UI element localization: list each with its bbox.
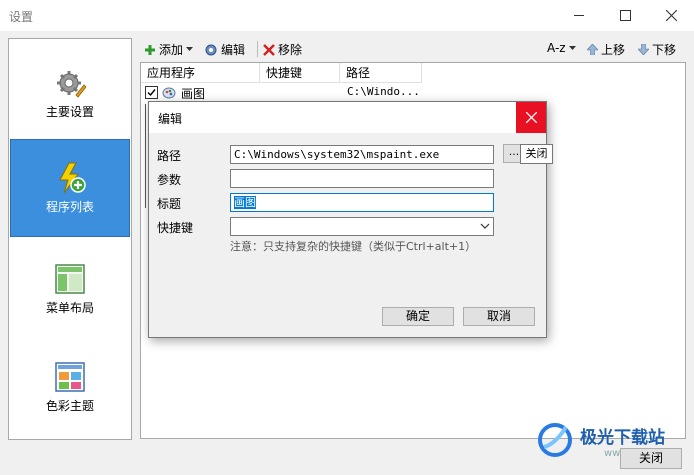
layout-icon	[55, 264, 85, 294]
row-application-name: 画图	[181, 87, 206, 101]
window-title: 设置	[9, 10, 34, 24]
hotkey-note: 注意：只支持复杂的快捷键（类似于Ctrl+alt+1）	[230, 240, 477, 253]
hotkey-label: 快捷键	[157, 221, 194, 235]
caption-label: 标题	[157, 197, 182, 211]
remove-button[interactable]: 移除	[263, 41, 302, 58]
color-palette-icon	[55, 362, 85, 392]
sidebar-item-label: 主要设置	[45, 105, 94, 119]
edit-button[interactable]: 编辑	[204, 41, 245, 58]
dropdown-arrow-icon	[568, 45, 576, 50]
edit-label: 编辑	[221, 43, 246, 57]
plus-icon	[145, 44, 155, 55]
sidebar-item-program-list[interactable]: 程序列表	[10, 139, 130, 237]
gear-edit-icon	[205, 44, 217, 55]
window-close-button[interactable]	[648, 0, 694, 31]
x-icon	[263, 43, 275, 56]
table-row[interactable]: 画图 C:\Windo...	[141, 85, 421, 101]
checkmark-icon	[147, 89, 156, 97]
row-path: C:\Windo...	[347, 85, 420, 98]
arrow-up-icon	[587, 44, 598, 55]
args-field[interactable]	[230, 169, 494, 188]
sidebar-item-main-settings[interactable]: 主要设置	[10, 45, 130, 143]
watermark: 极光下载站 www.xz7.com	[536, 421, 673, 462]
paint-app-icon	[162, 87, 176, 99]
remove-label: 移除	[278, 43, 303, 57]
add-label: 添加	[159, 43, 184, 57]
dialog-titlebar: 编辑	[149, 102, 546, 133]
caption-selected-text: 画图	[234, 196, 256, 209]
window-titlebar: 设置	[0, 0, 694, 31]
minimize-button[interactable]	[556, 0, 602, 31]
chevron-down-icon	[480, 223, 490, 229]
args-label: 参数	[157, 173, 182, 187]
dialog-close-button[interactable]	[516, 102, 546, 133]
close-button[interactable]: 关闭	[620, 448, 682, 469]
dialog-title: 编辑	[158, 112, 183, 126]
toolbar-separator	[257, 41, 258, 57]
lightning-add-icon	[59, 162, 86, 194]
path-label: 路径	[157, 149, 182, 163]
sidebar: 主要设置 程序列表 菜单布局 色彩主题	[8, 38, 132, 440]
sidebar-item-menu-layout[interactable]: 菜单布局	[10, 241, 130, 339]
maximize-button[interactable]	[602, 0, 648, 31]
watermark-brand: 极光下载站	[580, 428, 665, 448]
dropdown-arrow-icon	[186, 47, 194, 51]
move-down-button[interactable]: 下移	[638, 41, 676, 58]
close-icon	[665, 10, 677, 21]
gear-wrench-icon	[57, 71, 86, 98]
sidebar-item-label: 菜单布局	[45, 301, 94, 315]
hotkey-dropdown[interactable]	[230, 217, 494, 236]
column-header-application[interactable]: 应用程序	[141, 63, 260, 83]
cancel-button[interactable]: 取消	[463, 307, 535, 326]
toolbar: 添加 编辑 移除 A-z 上移 下移	[140, 38, 686, 60]
move-down-label: 下移	[652, 43, 677, 57]
edit-dialog: 编辑 路径 C:\Windows\system32\mspaint.exe ..…	[148, 101, 553, 338]
maximize-icon	[619, 10, 631, 21]
move-up-button[interactable]: 上移	[587, 41, 625, 58]
caption-field[interactable]: 画图	[230, 193, 494, 212]
path-field[interactable]: C:\Windows\system32\mspaint.exe	[230, 145, 494, 164]
sidebar-item-label: 色彩主题	[45, 399, 94, 413]
minimize-icon	[574, 15, 584, 16]
close-tooltip: 关闭	[520, 144, 553, 164]
row-checkbox[interactable]	[145, 86, 158, 99]
ok-button[interactable]: 确定	[382, 307, 454, 326]
close-icon	[525, 112, 537, 123]
column-header-shortcut[interactable]: 快捷键	[260, 63, 340, 83]
arrow-down-icon	[638, 44, 649, 55]
sidebar-item-color-theme[interactable]: 色彩主题	[10, 339, 130, 437]
move-up-label: 上移	[601, 43, 626, 57]
column-header-path[interactable]: 路径	[340, 63, 422, 83]
sidebar-item-label: 程序列表	[45, 200, 94, 214]
sort-button[interactable]: A-z	[547, 41, 576, 55]
add-button[interactable]: 添加	[144, 41, 194, 58]
watermark-logo-icon	[538, 423, 572, 457]
sort-label: A-z	[547, 41, 566, 55]
